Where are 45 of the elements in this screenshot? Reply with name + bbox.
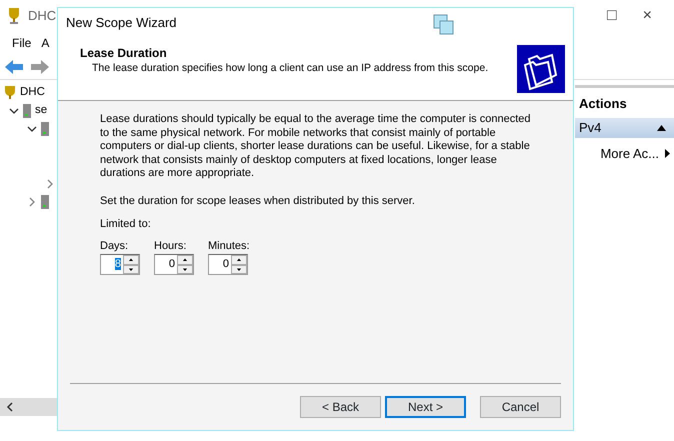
actions-section[interactable]: Pv4 (575, 118, 674, 138)
back-icon[interactable] (4, 58, 24, 74)
spinner-label: Minutes: (208, 240, 250, 253)
spin-up-icon[interactable] (177, 255, 193, 264)
number-spinner[interactable]: 0 (154, 254, 194, 275)
spinner-label: Days: (100, 240, 130, 253)
group-label: Limited to: (100, 218, 152, 232)
close-button[interactable]: × (642, 4, 652, 28)
collapse-icon[interactable] (27, 124, 37, 134)
spin-up-icon[interactable] (231, 255, 247, 264)
expand-icon[interactable] (45, 179, 55, 189)
trophy-icon (6, 7, 22, 25)
cancel-button[interactable]: Cancel (480, 396, 561, 418)
menu-item[interactable]: A (41, 34, 50, 52)
forward-icon[interactable] (30, 58, 50, 74)
maximize-button[interactable]: □ (606, 4, 617, 28)
next-button[interactable]: Next > (385, 396, 466, 418)
server-icon (40, 194, 50, 210)
number-spinner[interactable]: 0 (208, 254, 248, 275)
collapse-icon[interactable] (9, 106, 19, 116)
collapse-icon[interactable] (657, 124, 666, 130)
expand-icon[interactable] (27, 197, 37, 207)
scrollbar[interactable] (0, 398, 60, 416)
number-spinner[interactable]: 8 (100, 254, 140, 275)
submenu-arrow-icon[interactable] (665, 148, 670, 158)
action-link[interactable]: More Ac... (600, 144, 659, 163)
spinner-label: Hours: (154, 240, 188, 253)
trophy-icon (3, 85, 17, 101)
tree-item[interactable]: DHC (20, 84, 45, 102)
server-icon (40, 121, 50, 137)
section-label: Pv4 (579, 118, 602, 137)
paragraph: Lease durations should typically be equal to the average time the computer is connected to the same physical network. For mobile networks that consist mainly of portable computers or dial-up clients, shorter lease durations can be useful. Likewise, for a stable network that consists mainly of desktop computers at fixed locations, longer lease durations are more appropriate. (100, 113, 532, 180)
back-button[interactable]: < Back (300, 396, 381, 418)
page-subheading: The lease duration specifies how long a client can use an IP address from this scope. (91, 61, 490, 76)
scroll-left-icon[interactable] (6, 402, 14, 412)
paragraph: Set the duration for scope leases when distributed by this server. (100, 194, 416, 208)
window-title: DHC (28, 7, 56, 26)
page-heading: Lease Duration (80, 46, 168, 60)
tree-item[interactable]: se (35, 102, 48, 120)
server-icon (22, 103, 32, 119)
dialog-title: New Scope Wizard (66, 14, 177, 32)
windows-icon (433, 14, 455, 36)
spin-up-icon[interactable] (123, 255, 139, 264)
menu-item[interactable]: File (12, 34, 32, 52)
folders-icon (517, 45, 565, 93)
